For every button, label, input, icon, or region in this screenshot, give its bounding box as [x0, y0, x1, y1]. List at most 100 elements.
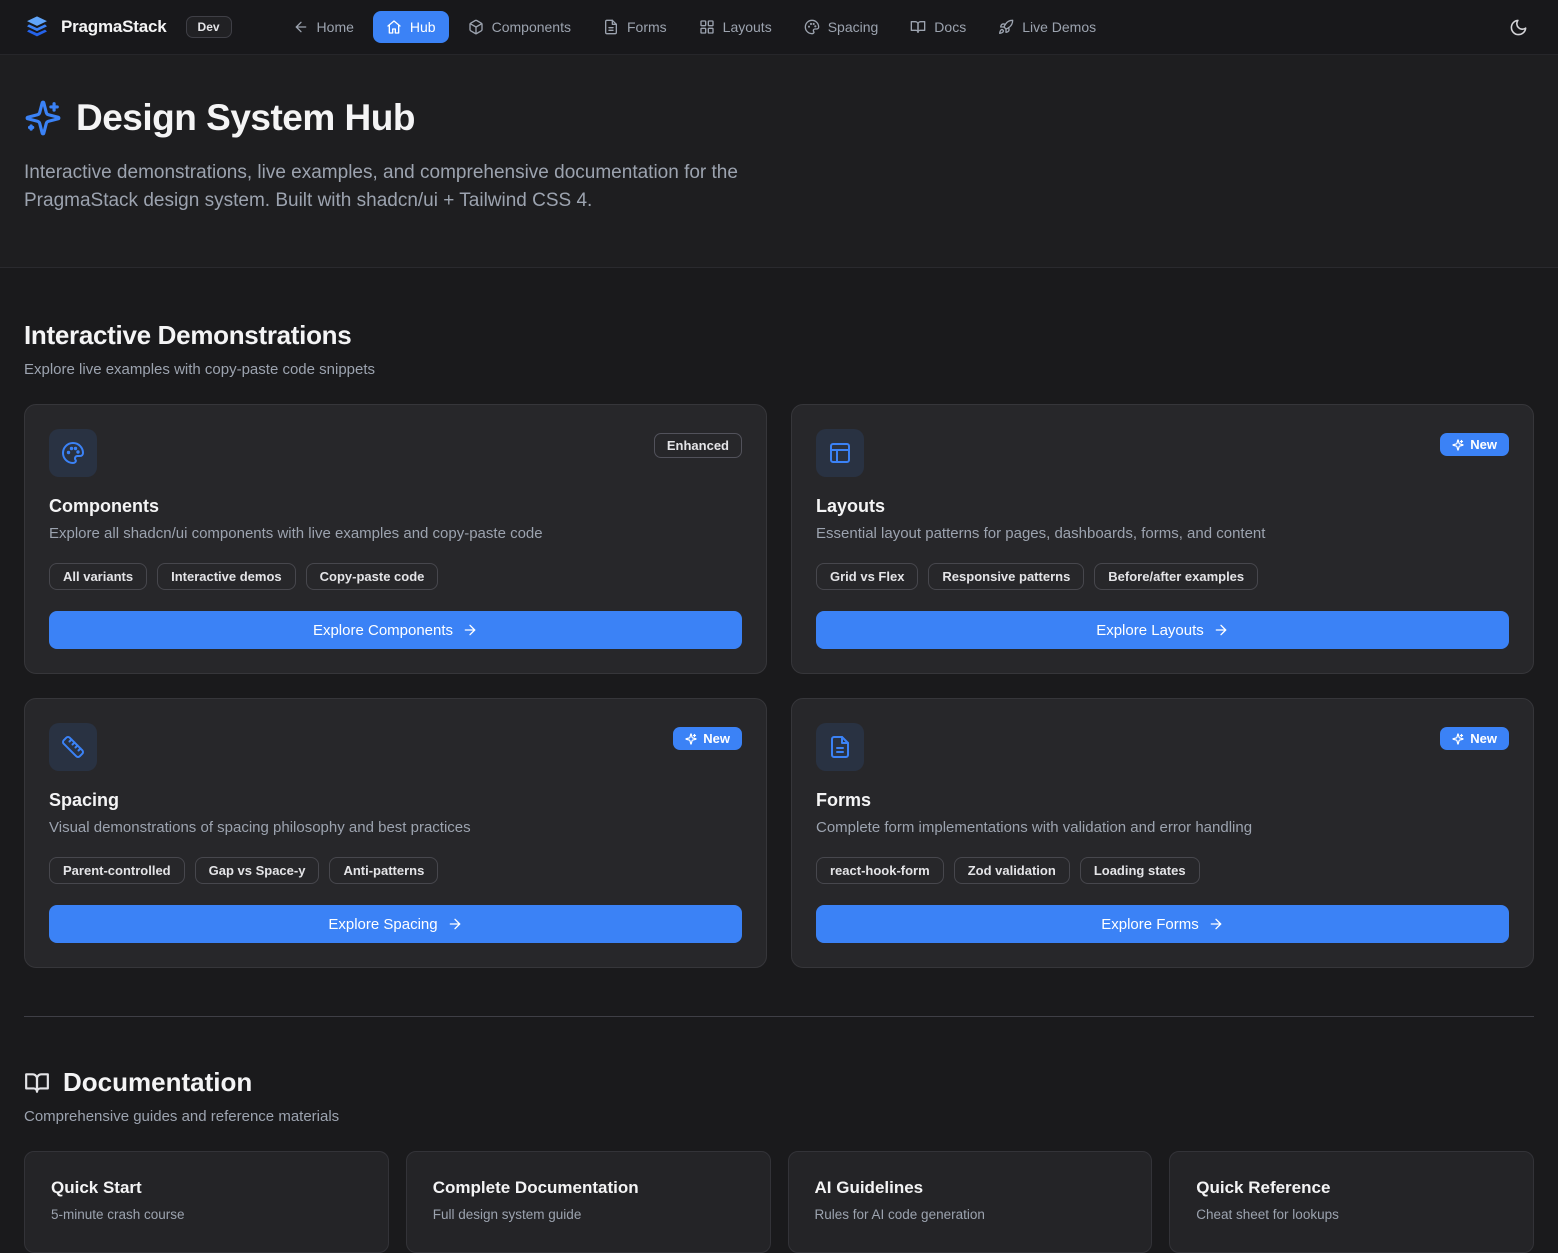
card-title: Forms: [816, 790, 1509, 811]
demos-subheading: Explore live examples with copy-paste co…: [24, 361, 1534, 378]
book-open-icon: [24, 1070, 50, 1096]
tag: Interactive demos: [157, 563, 296, 590]
demo-card-spacing: New Spacing Visual demonstrations of spa…: [24, 698, 767, 968]
demo-card-layouts: New Layouts Essential layout patterns fo…: [791, 404, 1534, 674]
status-badge: Enhanced: [654, 433, 742, 458]
new-badge: New: [673, 727, 742, 750]
card-description: Complete form implementations with valid…: [816, 819, 1509, 836]
moon-icon: [1509, 18, 1528, 37]
doc-card-subtitle: 5-minute crash course: [51, 1207, 362, 1222]
button-label: Explore Layouts: [1096, 622, 1204, 639]
badge-label: New: [703, 731, 730, 746]
page-description: Interactive demonstrations, live example…: [24, 159, 769, 215]
doc-card-quick-reference[interactable]: Quick Reference Cheat sheet for lookups: [1169, 1151, 1534, 1253]
navbar: PragmaStack Dev Home Hub Components Fo: [0, 0, 1558, 55]
tag-row: Parent-controlled Gap vs Space-y Anti-pa…: [49, 857, 742, 884]
nav-item-live-demos[interactable]: Live Demos: [985, 11, 1109, 43]
explore-forms-button[interactable]: Explore Forms: [816, 905, 1509, 943]
layers-logo-icon: [24, 14, 50, 40]
tag: Zod validation: [954, 857, 1070, 884]
package-icon: [468, 19, 484, 35]
doc-card-subtitle: Rules for AI code generation: [815, 1207, 1126, 1222]
sparkles-icon: [1452, 439, 1464, 451]
explore-components-button[interactable]: Explore Components: [49, 611, 742, 649]
doc-card-ai-guidelines[interactable]: AI Guidelines Rules for AI code generati…: [788, 1151, 1153, 1253]
nav-label: Hub: [410, 19, 436, 35]
doc-card-title: Quick Reference: [1196, 1178, 1507, 1198]
arrow-right-icon: [462, 622, 478, 638]
tag: Gap vs Space-y: [195, 857, 320, 884]
tag: Responsive patterns: [928, 563, 1084, 590]
badge-label: New: [1470, 437, 1497, 452]
sparkles-icon: [24, 99, 62, 137]
new-badge: New: [1440, 433, 1509, 456]
file-text-icon: [603, 19, 619, 35]
demo-card-components: Enhanced Components Explore all shadcn/u…: [24, 404, 767, 674]
doc-card-subtitle: Full design system guide: [433, 1207, 744, 1222]
card-title: Layouts: [816, 496, 1509, 517]
nav-label: Spacing: [828, 19, 879, 35]
arrow-right-icon: [447, 916, 463, 932]
doc-card-subtitle: Cheat sheet for lookups: [1196, 1207, 1507, 1222]
card-title: Components: [49, 496, 742, 517]
nav-label: Layouts: [723, 19, 772, 35]
tag: react-hook-form: [816, 857, 944, 884]
nav-item-forms[interactable]: Forms: [590, 11, 680, 43]
main-content: Interactive Demonstrations Explore live …: [0, 268, 1558, 1253]
card-description: Essential layout patterns for pages, das…: [816, 525, 1509, 542]
nav-item-components[interactable]: Components: [455, 11, 584, 43]
sparkles-icon: [685, 733, 697, 745]
card-title: Spacing: [49, 790, 742, 811]
doc-card-title: Complete Documentation: [433, 1178, 744, 1198]
theme-toggle-button[interactable]: [1503, 12, 1534, 43]
nav-item-spacing[interactable]: Spacing: [791, 11, 892, 43]
explore-spacing-button[interactable]: Explore Spacing: [49, 905, 742, 943]
doc-card-quick-start[interactable]: Quick Start 5-minute crash course: [24, 1151, 389, 1253]
nav-item-hub[interactable]: Hub: [373, 11, 449, 43]
docs-heading: Documentation: [63, 1067, 252, 1098]
tag-row: All variants Interactive demos Copy-past…: [49, 563, 742, 590]
button-label: Explore Components: [313, 622, 453, 639]
card-description: Explore all shadcn/ui components with li…: [49, 525, 742, 542]
card-description: Visual demonstrations of spacing philoso…: [49, 819, 742, 836]
tag: Copy-paste code: [306, 563, 439, 590]
docs-subheading: Comprehensive guides and reference mater…: [24, 1108, 1534, 1125]
nav-label: Home: [317, 19, 354, 35]
tag-row: react-hook-form Zod validation Loading s…: [816, 857, 1509, 884]
tag: Loading states: [1080, 857, 1200, 884]
demo-card-forms: New Forms Complete form implementations …: [791, 698, 1534, 968]
file-text-icon: [816, 723, 864, 771]
tag: Anti-patterns: [329, 857, 438, 884]
nav-item-docs[interactable]: Docs: [897, 11, 979, 43]
palette-icon: [49, 429, 97, 477]
nav-item-home[interactable]: Home: [280, 11, 367, 43]
demos-heading: Interactive Demonstrations: [24, 320, 1534, 351]
tag: Parent-controlled: [49, 857, 185, 884]
demo-card-grid: Enhanced Components Explore all shadcn/u…: [24, 404, 1534, 968]
nav-label: Forms: [627, 19, 667, 35]
brand[interactable]: PragmaStack Dev: [24, 14, 232, 40]
explore-layouts-button[interactable]: Explore Layouts: [816, 611, 1509, 649]
arrow-right-icon: [1208, 916, 1224, 932]
rocket-icon: [998, 19, 1014, 35]
tag-row: Grid vs Flex Responsive patterns Before/…: [816, 563, 1509, 590]
nav-item-layouts[interactable]: Layouts: [686, 11, 785, 43]
nav-label: Docs: [934, 19, 966, 35]
button-label: Explore Forms: [1101, 916, 1199, 933]
hero-section: Design System Hub Interactive demonstrat…: [0, 55, 1558, 268]
ruler-icon: [49, 723, 97, 771]
doc-card-complete-documentation[interactable]: Complete Documentation Full design syste…: [406, 1151, 771, 1253]
env-badge: Dev: [186, 16, 232, 38]
palette-icon: [804, 19, 820, 35]
docs-card-grid: Quick Start 5-minute crash course Comple…: [24, 1151, 1534, 1253]
sparkles-icon: [1452, 733, 1464, 745]
arrow-left-icon: [293, 19, 309, 35]
tag: All variants: [49, 563, 147, 590]
demos-section: Interactive Demonstrations Explore live …: [24, 268, 1534, 968]
house-icon: [386, 19, 402, 35]
nav-label: Components: [492, 19, 571, 35]
nav-label: Live Demos: [1022, 19, 1096, 35]
book-open-icon: [910, 19, 926, 35]
new-badge: New: [1440, 727, 1509, 750]
layout-grid-icon: [699, 19, 715, 35]
